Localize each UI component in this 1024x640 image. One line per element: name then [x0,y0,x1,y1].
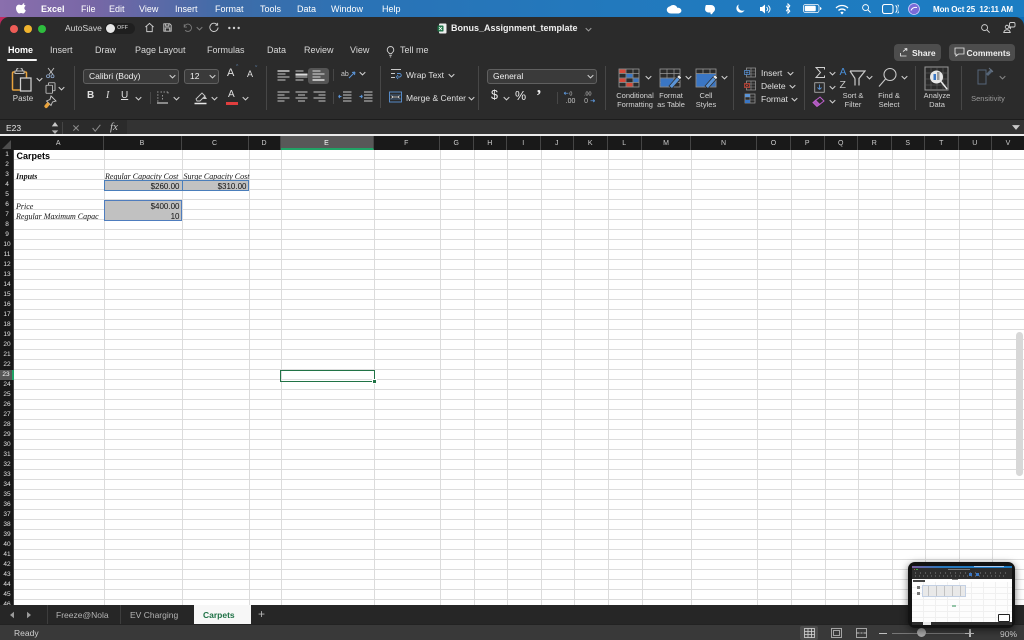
svg-text:0: 0 [569,91,572,97]
svg-text:.00: .00 [566,98,576,104]
svg-text:0: 0 [584,98,588,104]
svg-text:ab: ab [341,71,349,78]
svg-text:Z: Z [840,79,847,91]
svg-text:.00: .00 [584,91,591,97]
svg-text:A: A [840,66,847,78]
